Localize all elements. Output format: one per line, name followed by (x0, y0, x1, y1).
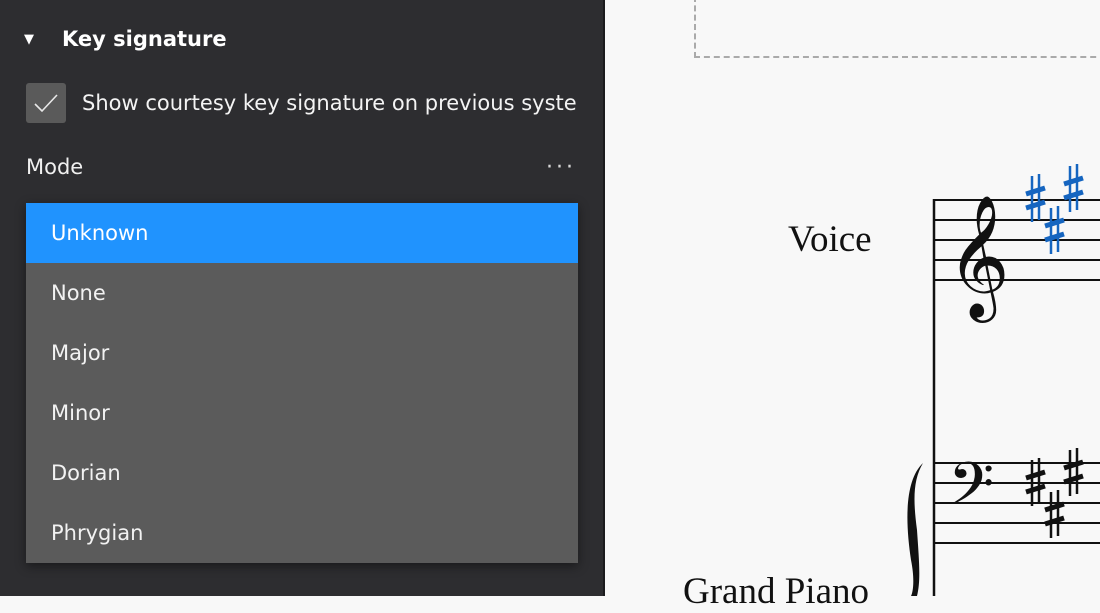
key-signature-section-header[interactable]: ▼ Key signature (24, 22, 227, 56)
treble-clef-icon: 𝄞 (947, 194, 1010, 323)
mode-option-none[interactable]: None (26, 263, 578, 323)
courtesy-key-signature-label: Show courtesy key signature on previous … (82, 91, 577, 115)
mode-dropdown-list: Unknown None Major Minor Dorian Phrygian (26, 203, 578, 563)
sharp-icon (1063, 164, 1084, 212)
section-title: Key signature (62, 27, 227, 51)
bass-clef-icon: 𝄢 (948, 449, 994, 533)
more-options-button[interactable]: ··· (546, 155, 578, 180)
checkmark-icon (34, 94, 58, 113)
sharp-icon (1063, 448, 1084, 496)
mode-option-dorian[interactable]: Dorian (26, 443, 578, 503)
collapse-triangle-icon[interactable]: ▼ (24, 32, 46, 47)
mode-option-minor[interactable]: Minor (26, 383, 578, 443)
mode-option-major[interactable]: Major (26, 323, 578, 383)
sharp-icon (1025, 174, 1046, 222)
mode-option-phrygian[interactable]: Phrygian (26, 503, 578, 563)
courtesy-key-signature-row[interactable]: Show courtesy key signature on previous … (26, 83, 577, 123)
mode-option-unknown[interactable]: Unknown (26, 203, 578, 263)
mode-row: Mode ··· (26, 150, 578, 184)
sharp-icon (1044, 206, 1065, 254)
piano-brace-icon (907, 463, 923, 596)
sharp-icon (1044, 490, 1065, 538)
score-staves: 𝄞 𝄢 (907, 164, 1100, 596)
score-view[interactable]: Voice Grand Piano 𝄞 𝄢 (605, 0, 1100, 612)
courtesy-key-signature-checkbox[interactable] (26, 83, 66, 123)
mode-label: Mode (26, 155, 84, 179)
piano-key-signature (1025, 448, 1084, 538)
properties-panel: ▼ Key signature Show courtesy key signat… (0, 0, 603, 596)
